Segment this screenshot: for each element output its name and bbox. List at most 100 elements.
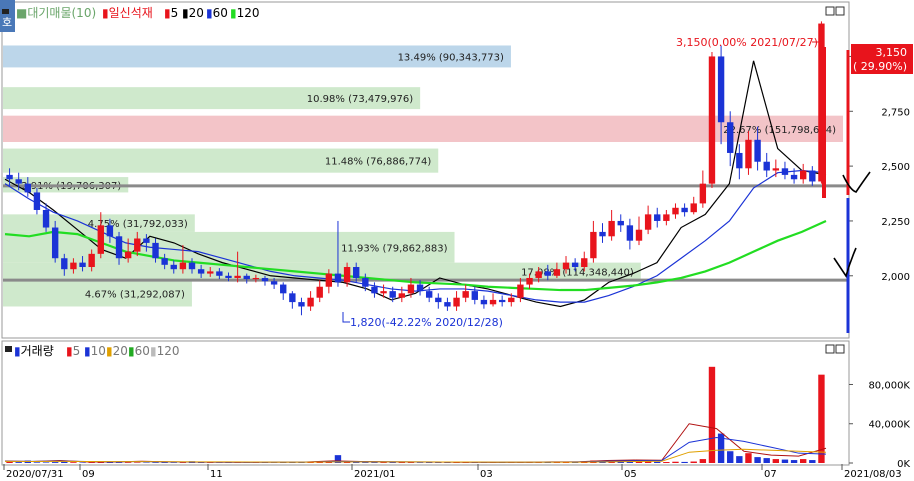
candle-body — [88, 253, 95, 268]
candle-body — [152, 242, 159, 259]
candle-body — [6, 174, 13, 180]
price-tick-label: 2,750 — [881, 107, 910, 118]
volume-bar — [745, 453, 752, 463]
candle-body — [161, 258, 168, 265]
legend-ma20[interactable]: ▮20 — [182, 6, 204, 20]
volume-bar — [663, 462, 670, 463]
candle-body — [97, 225, 104, 254]
candle-body — [498, 299, 506, 303]
candle-body — [124, 251, 132, 259]
candle-body — [106, 225, 114, 237]
volume-bar — [727, 451, 734, 463]
candle-body — [635, 229, 643, 241]
volume-bar — [626, 462, 634, 463]
candle-body — [763, 161, 770, 171]
volume-bar — [772, 459, 780, 463]
volume-bar — [42, 462, 50, 463]
candle-body — [225, 275, 232, 278]
candle-body — [371, 286, 378, 294]
x-tick-label: 05 — [624, 469, 637, 480]
legend-candle[interactable]: ▮일신석재 — [102, 6, 153, 20]
volume-bar — [115, 462, 123, 463]
candle-body — [179, 262, 187, 270]
candle-body — [307, 297, 314, 307]
candle-body — [24, 183, 31, 193]
candle-body — [298, 302, 305, 307]
volume-tick-label: 40,000K — [868, 420, 910, 431]
legend-ma60[interactable]: ▮60 — [206, 6, 228, 20]
candle-body — [398, 293, 406, 298]
candle-body — [736, 152, 743, 169]
candle-body — [425, 291, 433, 298]
volume-bar — [88, 462, 95, 463]
close-icon[interactable] — [835, 6, 845, 16]
candle-body — [42, 209, 50, 228]
stock-chart: 13.49% (90,343,773)10.98% (73,479,976)22… — [0, 0, 913, 480]
candle-body — [252, 277, 260, 280]
volume-profile-label: 11.93% (79,862,883) — [341, 243, 447, 254]
volume-profile-label: 4.67% (31,292,087) — [85, 289, 185, 300]
current-price-change: ( 29.90%) — [853, 60, 907, 73]
legend-ma120[interactable]: ▮120 — [230, 6, 260, 20]
candle-body — [362, 277, 369, 287]
candle-body — [644, 214, 652, 230]
candle-body — [681, 207, 688, 213]
volume-bar — [51, 462, 59, 463]
candle-body — [289, 293, 296, 303]
candle-body — [261, 277, 269, 282]
candle-body — [781, 168, 789, 175]
candle-body — [535, 271, 542, 278]
candle-body — [380, 291, 387, 294]
candle-body — [508, 297, 515, 303]
x-tick-label: 03 — [480, 469, 493, 480]
current-price-label: 3,150 — [876, 46, 908, 59]
candle-body — [234, 275, 241, 278]
candle-body — [745, 139, 752, 169]
candle-body — [416, 284, 424, 292]
volume-bar — [800, 459, 807, 463]
volume-legend-ma60[interactable]: ▮60 — [128, 344, 150, 358]
candle-body — [699, 183, 707, 204]
volume-handle-icon[interactable] — [5, 346, 12, 352]
candle-body — [15, 179, 22, 184]
volume-legend-ma5[interactable]: ▮5 — [66, 344, 80, 358]
candle-body — [590, 231, 597, 259]
volume-bar — [790, 460, 798, 463]
candle-body — [207, 271, 214, 274]
candle-body — [435, 297, 442, 303]
candle-body — [517, 284, 524, 298]
candle-body — [243, 275, 250, 280]
x-tick-label: 07 — [764, 469, 777, 480]
volume-profile-label: 13.49% (90,343,773) — [398, 52, 504, 63]
price-tick-label: 2,000 — [881, 272, 910, 283]
price-tick-label: 2,250 — [881, 217, 910, 228]
volume-legend-ma20[interactable]: ▮20 — [106, 344, 128, 358]
price-tick-label: 2,500 — [881, 162, 910, 173]
volume-bar — [70, 462, 77, 463]
x-tick-label: 11 — [210, 469, 223, 480]
legend-volume-profile[interactable]: ■대기매물(10) — [16, 6, 96, 20]
candle-body — [280, 284, 287, 294]
candle-body — [599, 231, 606, 237]
volume-close-icon[interactable] — [835, 344, 845, 354]
volume-bar — [763, 458, 770, 463]
candle-body — [79, 262, 86, 268]
candle-body — [562, 262, 570, 270]
volume-legend-ma10[interactable]: ▮10 — [84, 344, 106, 358]
side-tab-label: 호 — [2, 16, 12, 29]
candle-body — [270, 281, 278, 285]
volume-restore-icon[interactable] — [825, 344, 835, 354]
volume-legend-ma120[interactable]: ▮120 — [150, 344, 180, 358]
candle-body — [353, 267, 360, 278]
restore-icon[interactable] — [825, 6, 835, 16]
legend-ma5[interactable]: ▮5 — [164, 6, 178, 20]
volume-legend-title[interactable]: ▮거래량 — [14, 344, 54, 358]
panel-handle-icon[interactable] — [2, 9, 9, 14]
candle-body — [389, 291, 396, 298]
volume-bar — [681, 461, 688, 463]
candle-body — [33, 192, 41, 210]
candle-body — [617, 220, 624, 226]
volume-profile-bar — [3, 115, 843, 142]
volume-bar — [781, 459, 789, 463]
candle-body — [325, 273, 333, 287]
